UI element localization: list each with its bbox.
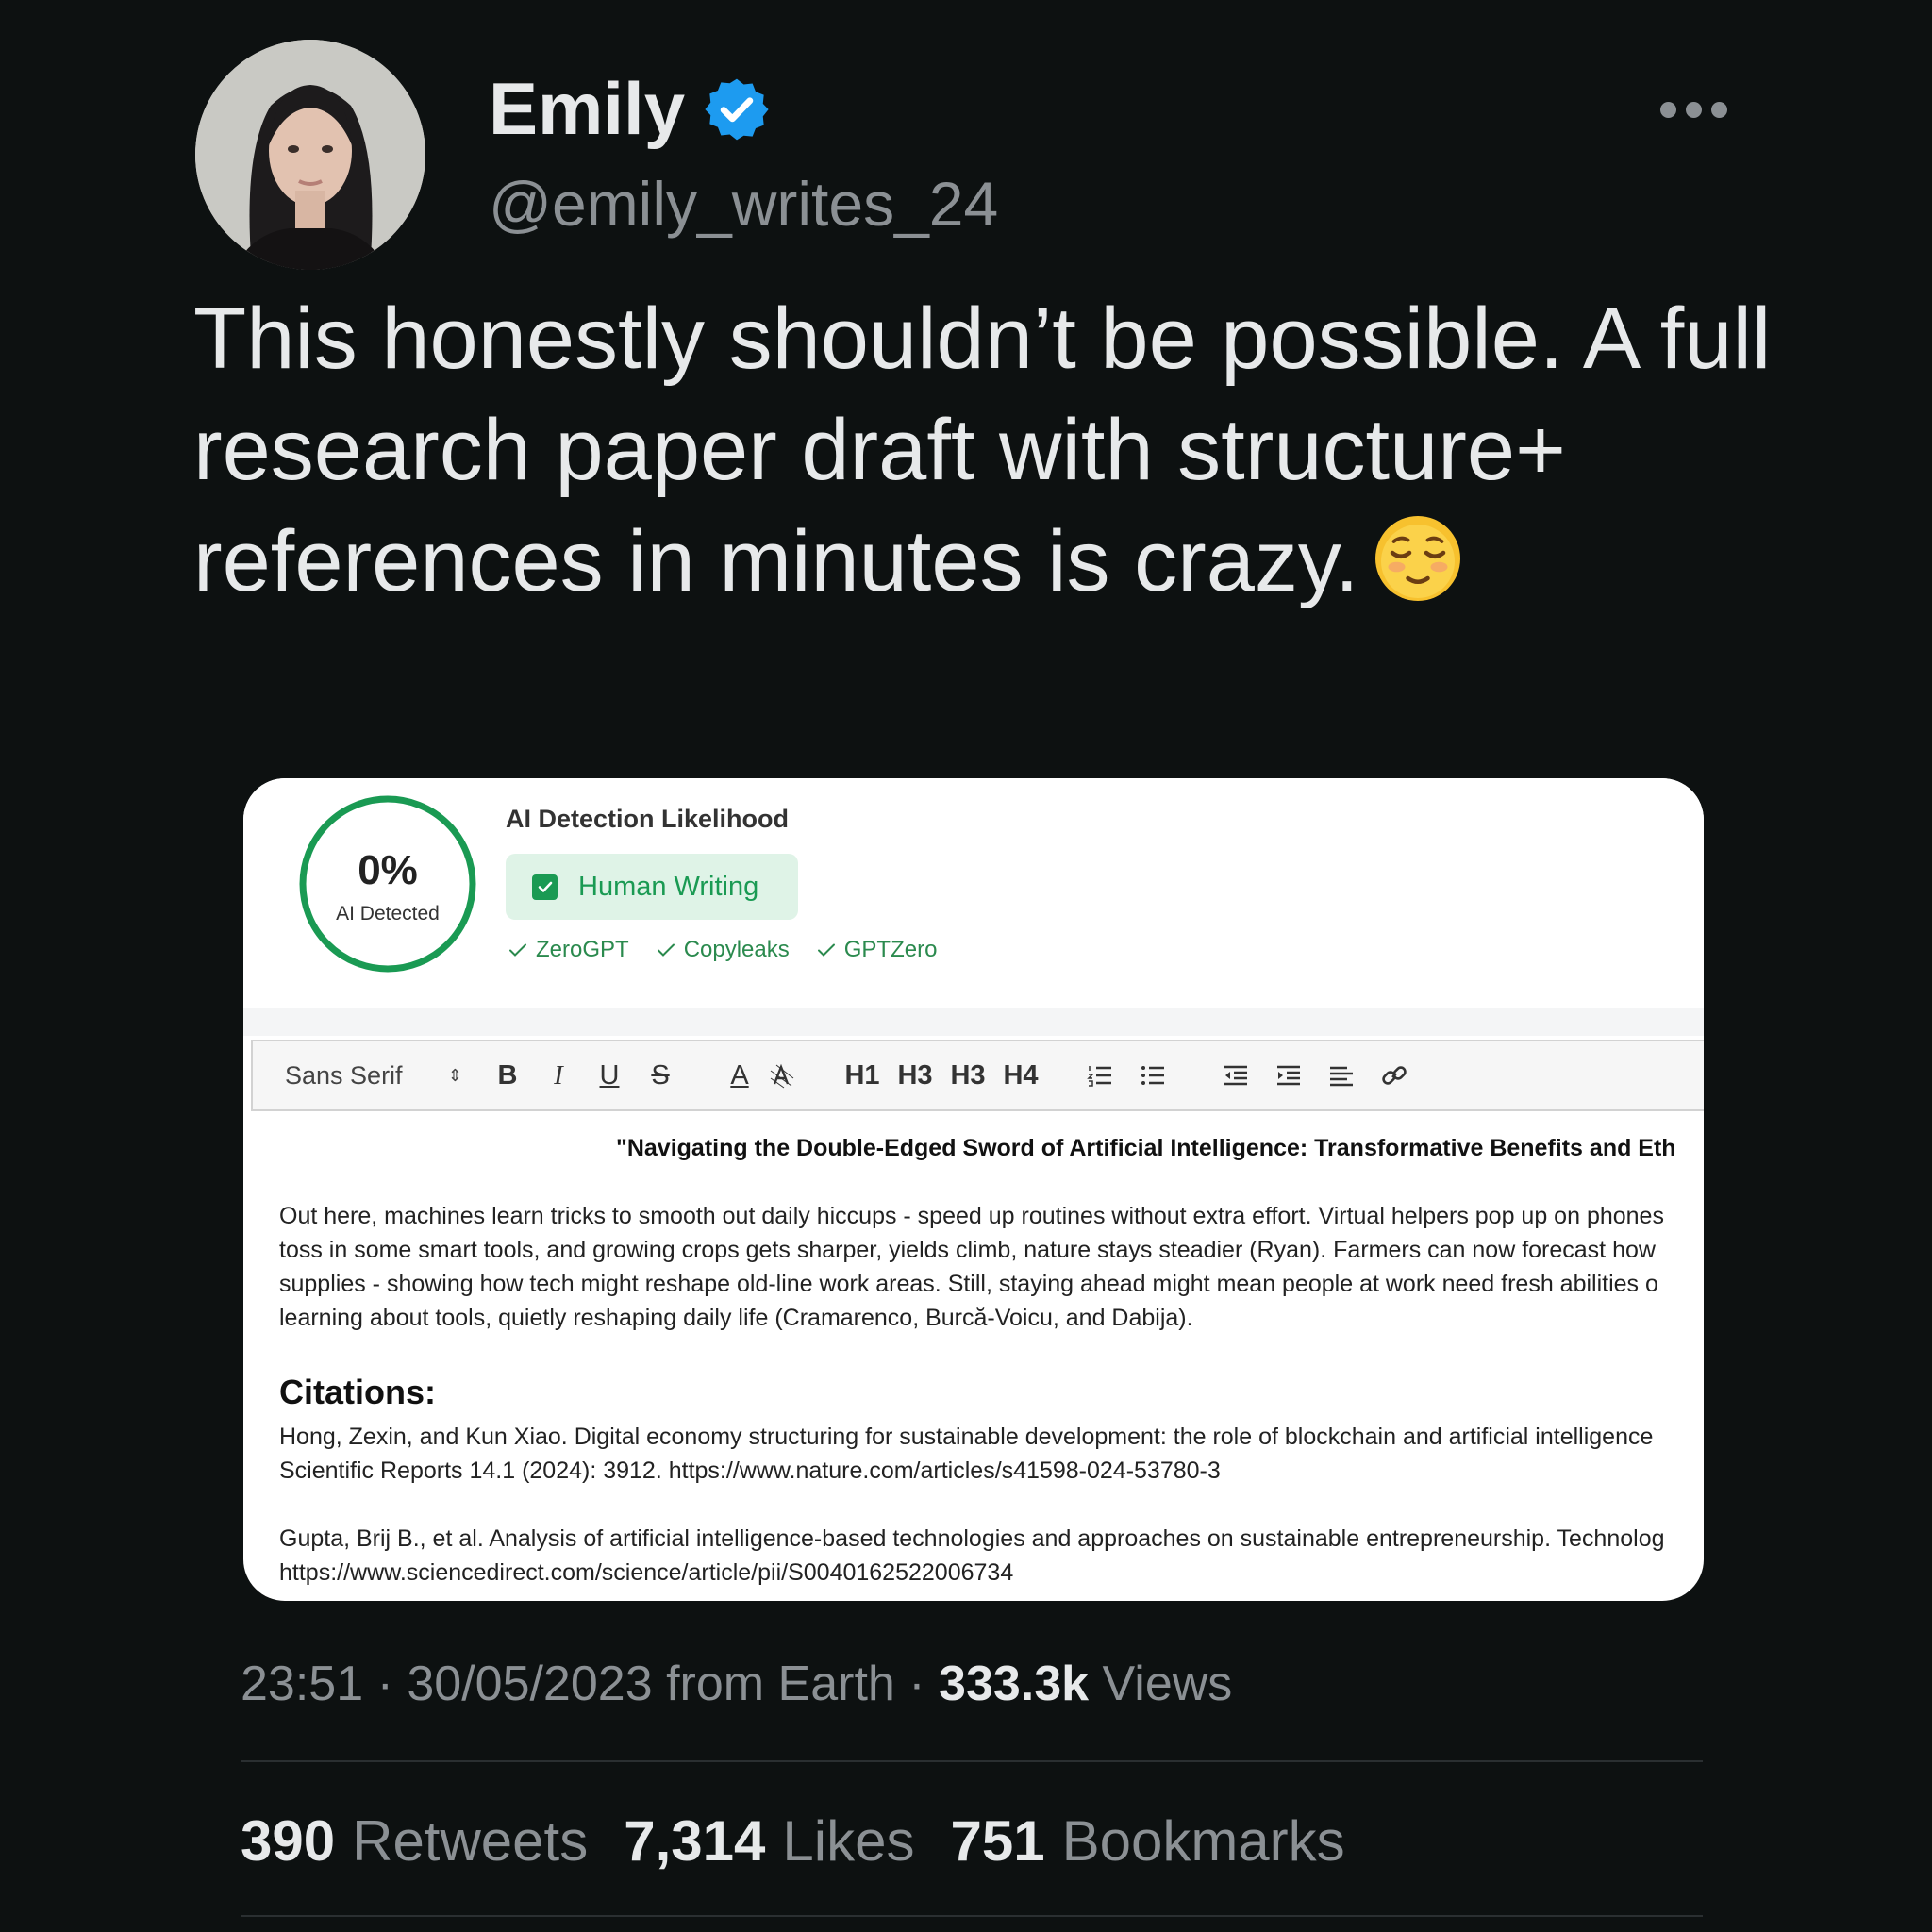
detector-name: GPTZero	[843, 937, 938, 962]
italic-button[interactable]: I	[538, 1060, 579, 1091]
likes-stat[interactable]: 7,314 Likes	[624, 1808, 914, 1874]
user-handle[interactable]: @emily_writes_24	[489, 168, 998, 240]
detector-name: ZeroGPT	[536, 937, 629, 962]
attached-screenshot-card[interactable]: 0% AI Detected AI Detection Likelihood H…	[243, 778, 1704, 1601]
link-icon	[1382, 1066, 1407, 1085]
highlight-color-button[interactable]	[760, 1061, 802, 1090]
paragraph-line: learning about tools, quietly reshaping …	[279, 1305, 1193, 1331]
indent-button[interactable]	[1268, 1061, 1309, 1090]
font-family-value: Sans Serif	[285, 1060, 403, 1090]
detector-name: Copyleaks	[683, 937, 790, 962]
font-family-select[interactable]: Sans Serif ⇕	[285, 1061, 462, 1091]
paragraph-line: supplies - showing how tech might reshap…	[279, 1271, 1658, 1297]
checkmark-icon	[817, 943, 835, 957]
bookmarks-count: 751	[950, 1809, 1045, 1873]
align-left-icon	[1330, 1066, 1353, 1087]
outdent-button[interactable]	[1215, 1061, 1257, 1090]
avatar-image	[195, 40, 425, 270]
heading-3-button[interactable]: H3	[941, 1060, 994, 1091]
human-writing-label: Human Writing	[578, 871, 759, 902]
tweet-source: from Earth	[666, 1657, 895, 1711]
ai-percent-label: AI Detected	[336, 903, 440, 924]
bullet-list-button[interactable]	[1132, 1061, 1174, 1090]
meta-separator: ·	[376, 1657, 408, 1711]
citation-line: Gupta, Brij B., et al. Analysis of artif…	[279, 1525, 1665, 1552]
heading-4-button[interactable]: H4	[994, 1060, 1047, 1091]
bullet-list-icon	[1141, 1066, 1164, 1085]
views-label: Views	[1102, 1657, 1233, 1711]
divider	[241, 1915, 1703, 1917]
editor-toolbar: Sans Serif ⇕ B I U S A H1 H3 H3 H4	[251, 1040, 1704, 1111]
verified-badge-icon	[705, 78, 769, 140]
likes-label: Likes	[782, 1809, 915, 1873]
underline-button[interactable]: U	[589, 1060, 630, 1091]
detection-ring: 0% AI Detected	[296, 792, 479, 975]
relieved-face-emoji-icon	[1374, 516, 1460, 601]
human-writing-badge[interactable]: Human Writing	[506, 854, 798, 920]
citation-item[interactable]: Gupta, Brij B., et al. Analysis of artif…	[279, 1522, 1704, 1590]
tweet-meta: 23:51 · 30/05/2023 from Earth · 333.3k V…	[241, 1656, 1232, 1712]
citation-line: Scientific Reports 14.1 (2024): 3912. ht…	[279, 1457, 1221, 1484]
heading-2-button[interactable]: H3	[889, 1060, 941, 1091]
align-button[interactable]	[1321, 1061, 1362, 1090]
outdent-icon	[1224, 1065, 1247, 1086]
panel-separator	[243, 1008, 1704, 1036]
tweet-time[interactable]: 23:51	[241, 1657, 363, 1711]
strikethrough-button[interactable]: S	[640, 1060, 681, 1091]
retweets-label: Retweets	[352, 1809, 589, 1873]
indent-icon	[1277, 1065, 1300, 1086]
more-options-icon[interactable]	[1660, 98, 1736, 121]
tweet-text: This honestly shouldn’t be possible. A f…	[193, 283, 1778, 617]
display-name-text: Emily	[489, 67, 686, 150]
paragraph-line: Out here, machines learn tricks to smoot…	[279, 1203, 1664, 1229]
ordered-list-icon	[1087, 1066, 1111, 1087]
meta-separator: ·	[908, 1657, 940, 1711]
retweets-count: 390	[241, 1809, 336, 1873]
document-title: "Navigating the Double-Edged Sword of Ar…	[616, 1135, 1676, 1161]
divider	[241, 1760, 1703, 1762]
detector-item: ZeroGPT	[508, 937, 629, 963]
document-paragraph[interactable]: Out here, machines learn tricks to smoot…	[279, 1199, 1704, 1335]
citation-line: https://www.sciencedirect.com/science/ar…	[279, 1559, 1014, 1586]
text-color-button[interactable]: A	[719, 1060, 760, 1091]
checkbox-checked-icon	[532, 874, 558, 900]
ordered-list-button[interactable]	[1079, 1061, 1121, 1090]
link-button[interactable]	[1374, 1061, 1415, 1090]
paragraph-line: toss in some smart tools, and growing cr…	[279, 1237, 1656, 1263]
checkmark-icon	[657, 943, 675, 957]
bookmarks-stat[interactable]: 751 Bookmarks	[950, 1808, 1344, 1874]
citation-line: Hong, Zexin, and Kun Xiao. Digital econo…	[279, 1424, 1654, 1450]
bold-button[interactable]: B	[487, 1060, 528, 1091]
heading-1-button[interactable]: H1	[836, 1060, 889, 1091]
tweet-date[interactable]: 30/05/2023	[407, 1657, 652, 1711]
tweet-body: This honestly shouldn’t be possible. A f…	[193, 291, 1772, 609]
engagement-stats: 390 Retweets 7,314 Likes 751 Bookmarks	[241, 1808, 1345, 1874]
detector-item: Copyleaks	[656, 937, 790, 963]
highlight-icon	[770, 1063, 794, 1089]
ai-detection-panel: 0% AI Detected AI Detection Likelihood H…	[243, 778, 1704, 1008]
ai-percent: 0%	[358, 847, 418, 893]
citations-heading: Citations:	[279, 1373, 436, 1411]
display-name[interactable]: Emily	[489, 66, 772, 152]
likes-count: 7,314	[624, 1809, 766, 1873]
detector-item: GPTZero	[816, 937, 938, 963]
views-count: 333.3k	[939, 1657, 1090, 1711]
avatar[interactable]	[195, 40, 425, 270]
bookmarks-label: Bookmarks	[1061, 1809, 1345, 1873]
retweets-stat[interactable]: 390 Retweets	[241, 1808, 588, 1874]
citation-item[interactable]: Hong, Zexin, and Kun Xiao. Digital econo…	[279, 1420, 1704, 1488]
checkmark-icon	[509, 943, 526, 957]
select-arrows-icon: ⇕	[447, 1065, 462, 1085]
detector-list: ZeroGPT Copyleaks GPTZero	[508, 937, 937, 963]
detection-title: AI Detection Likelihood	[506, 805, 790, 833]
tweet-page: Emily @emily_writes_24 This honestly sho…	[0, 0, 1932, 1932]
